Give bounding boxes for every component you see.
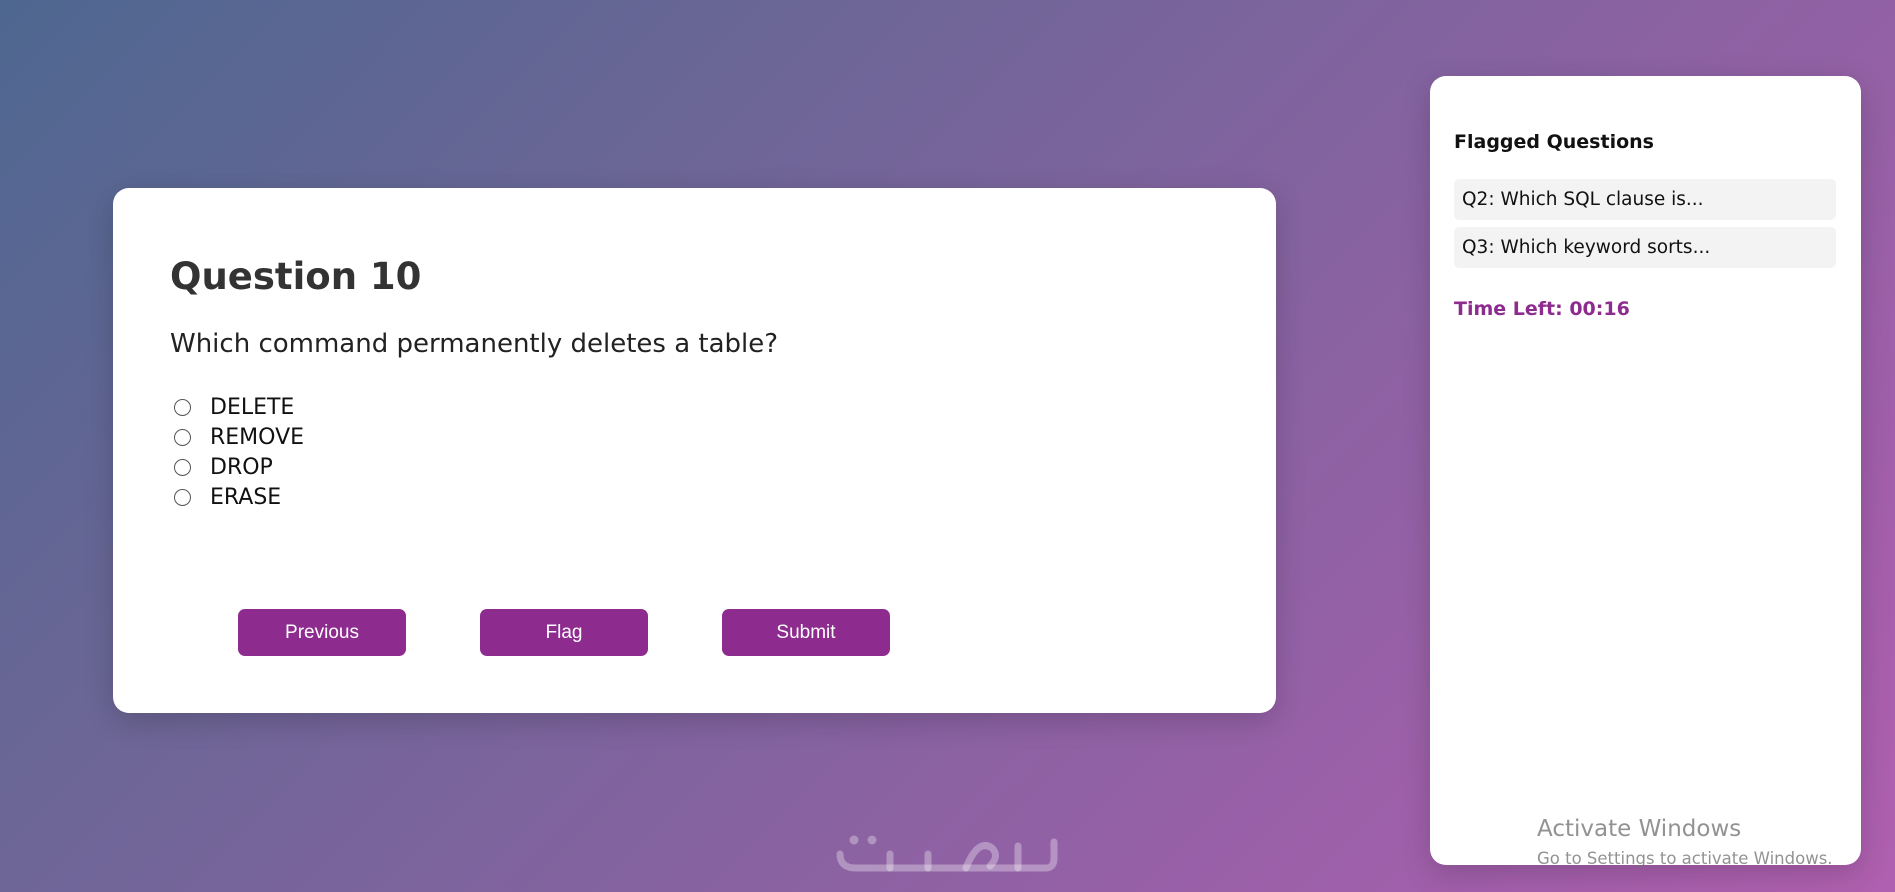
flagged-item-q2[interactable]: Q2: Which SQL clause is... bbox=[1454, 179, 1836, 220]
flagged-item-q3[interactable]: Q3: Which keyword sorts... bbox=[1454, 227, 1836, 268]
activation-title: Activate Windows bbox=[1537, 816, 1742, 842]
question-title: Question 10 bbox=[170, 255, 422, 298]
timer-readout: Time Left: 00:16 bbox=[1454, 298, 1630, 320]
answer-option-delete[interactable]: DELETE bbox=[170, 392, 1219, 422]
windows-activation-notice: Activate Windows Go to Settings to activ… bbox=[1537, 816, 1833, 868]
site-logo-watermark bbox=[836, 835, 1058, 872]
answer-option-remove[interactable]: REMOVE bbox=[170, 422, 1219, 452]
question-card: Question 10 Which command permanently de… bbox=[113, 188, 1276, 713]
navigation-buttons: Previous Flag Submit bbox=[238, 609, 890, 656]
flagged-questions-panel: Flagged Questions Q2: Which SQL clause i… bbox=[1430, 76, 1861, 865]
option-label: DROP bbox=[210, 454, 273, 480]
option-label: DELETE bbox=[210, 394, 295, 420]
option-label: ERASE bbox=[210, 484, 282, 510]
answer-option-drop[interactable]: DROP bbox=[170, 452, 1219, 482]
flag-button[interactable]: Flag bbox=[480, 609, 648, 656]
previous-button[interactable]: Previous bbox=[238, 609, 406, 656]
option-label: REMOVE bbox=[210, 424, 305, 450]
flagged-list: Q2: Which SQL clause is... Q3: Which key… bbox=[1454, 179, 1836, 268]
submit-button[interactable]: Submit bbox=[722, 609, 890, 656]
radio-button[interactable] bbox=[174, 458, 191, 476]
activation-subtitle: Go to Settings to activate Windows. bbox=[1537, 848, 1833, 868]
radio-button[interactable] bbox=[174, 428, 191, 446]
flagged-panel-title: Flagged Questions bbox=[1454, 131, 1654, 153]
answer-option-erase[interactable]: ERASE bbox=[170, 482, 1219, 512]
radio-button[interactable] bbox=[174, 398, 191, 416]
answer-options: DELETE REMOVE DROP ERASE bbox=[170, 392, 1219, 512]
question-text: Which command permanently deletes a tabl… bbox=[170, 329, 779, 359]
radio-button[interactable] bbox=[174, 488, 191, 506]
